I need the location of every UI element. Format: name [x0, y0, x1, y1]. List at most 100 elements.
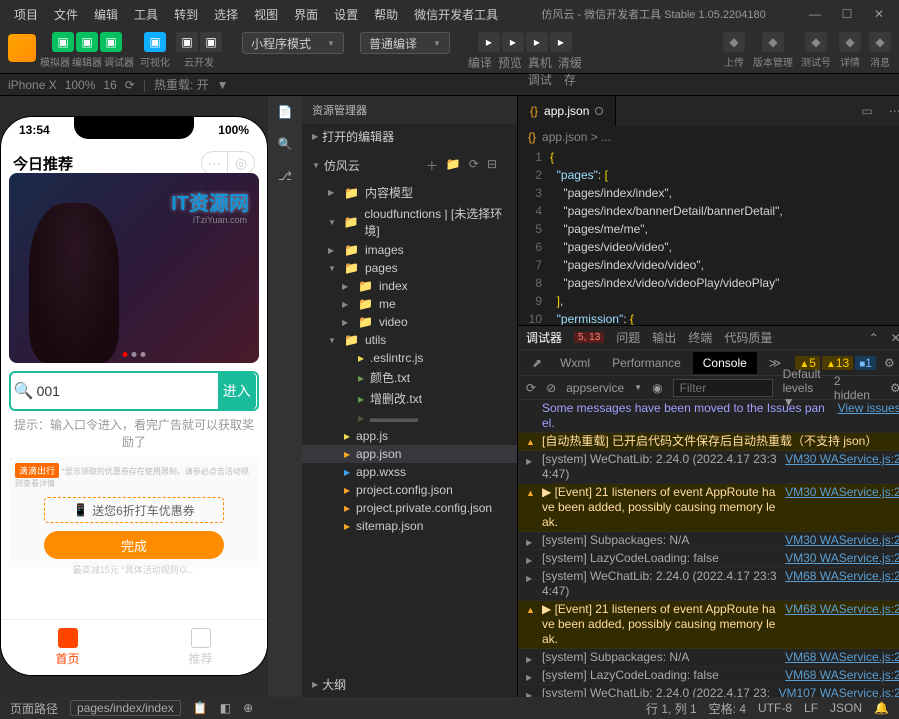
tree-item[interactable]: ▶📁me: [302, 295, 517, 313]
clear-icon[interactable]: ⊘: [546, 381, 556, 395]
split-icon[interactable]: ▭: [853, 104, 880, 118]
tree-item[interactable]: ▼📁cloudfunctions | [未选择环境]: [302, 203, 517, 241]
capsule-buttons[interactable]: ⋯◎: [201, 151, 255, 175]
enter-button[interactable]: 进入: [218, 373, 256, 409]
copy-icon[interactable]: 📋: [193, 701, 208, 715]
open-editors-section[interactable]: ▶打开的编辑器: [302, 124, 517, 149]
params-icon[interactable]: ⊕: [243, 701, 253, 715]
tree-item[interactable]: ▸.eslintrc.js: [302, 349, 517, 367]
quality-tab[interactable]: 代码质量: [724, 329, 772, 346]
refresh-console-icon[interactable]: ⟳: [526, 381, 536, 395]
chevron-up-icon[interactable]: ⌃: [869, 331, 879, 345]
hidden-count[interactable]: 2 hidden: [834, 374, 870, 402]
outline-section[interactable]: ▶大纲: [302, 672, 517, 697]
explorer-icon[interactable]: 📄: [275, 102, 295, 122]
action-编译[interactable]: ▸: [478, 32, 500, 52]
refresh-icon[interactable]: ⟳: [469, 157, 479, 174]
action-icon[interactable]: ◆: [805, 32, 827, 52]
device-select[interactable]: iPhone X: [8, 78, 57, 92]
new-file-icon[interactable]: ＋: [426, 157, 438, 174]
ln-col[interactable]: 行 1, 列 1: [646, 700, 697, 717]
menu-设置[interactable]: 设置: [328, 2, 364, 27]
wxml-tab[interactable]: Wxml: [550, 352, 600, 374]
toolbar-button[interactable]: ▣: [76, 32, 98, 52]
git-icon[interactable]: ⎇: [275, 166, 295, 186]
action-icon[interactable]: ◆: [762, 32, 784, 52]
menu-转到[interactable]: 转到: [168, 2, 204, 27]
lang-mode[interactable]: JSON: [830, 701, 862, 715]
eye-icon[interactable]: ◉: [652, 381, 662, 395]
action-icon[interactable]: ◆: [869, 32, 891, 52]
inspect-icon[interactable]: ⬈: [526, 356, 548, 370]
collapse-icon[interactable]: ⊟: [487, 157, 497, 174]
phone-tab-推荐[interactable]: 推荐: [134, 620, 267, 675]
tree-item[interactable]: ▸sitemap.json: [302, 517, 517, 535]
tree-item[interactable]: ▶📁index: [302, 277, 517, 295]
bell-icon[interactable]: 🔔: [874, 701, 889, 715]
toolbar-button[interactable]: ▣: [176, 32, 198, 52]
compile-mode-select[interactable]: 普通编译: [360, 32, 450, 54]
tree-item[interactable]: ▶📁video: [302, 313, 517, 331]
close-button[interactable]: ✕: [867, 2, 891, 26]
debugger-tab[interactable]: 调试器: [526, 329, 562, 346]
encoding[interactable]: UTF-8: [758, 701, 792, 715]
close-tab-icon[interactable]: [595, 107, 603, 115]
action-icon[interactable]: ◆: [839, 32, 861, 52]
hot-reload-toggle[interactable]: 热重载: 开: [154, 76, 209, 93]
breadcrumb[interactable]: {}app.json > ...: [518, 126, 899, 148]
tree-item[interactable]: ▸app.js: [302, 427, 517, 445]
new-folder-icon[interactable]: 📁: [446, 157, 461, 174]
menu-帮助[interactable]: 帮助: [368, 2, 404, 27]
tree-item[interactable]: ▸project.config.json: [302, 481, 517, 499]
phone-tab-首页[interactable]: 首页: [1, 620, 134, 675]
tab-app-json[interactable]: {}app.json: [518, 96, 616, 126]
tree-item[interactable]: ▸app.json: [302, 445, 517, 463]
menu-视图[interactable]: 视图: [248, 2, 284, 27]
scene-icon[interactable]: ◧: [220, 701, 231, 715]
menu-工具[interactable]: 工具: [128, 2, 164, 27]
tree-item[interactable]: ▼📁pages: [302, 259, 517, 277]
tree-item[interactable]: ▼📁utils: [302, 331, 517, 349]
menu-界面[interactable]: 界面: [288, 2, 324, 27]
search-icon[interactable]: 🔍: [275, 134, 295, 154]
output-tab[interactable]: 输出: [652, 329, 676, 346]
console-tab[interactable]: Console: [693, 352, 757, 374]
console-filter-input[interactable]: [673, 379, 773, 397]
menu-项目[interactable]: 项目: [8, 2, 44, 27]
action-清缓存[interactable]: ▸: [550, 32, 572, 52]
toolbar-button[interactable]: ▣: [200, 32, 222, 52]
complete-button[interactable]: 完成: [44, 531, 224, 559]
tree-item[interactable]: ▶📁images: [302, 241, 517, 259]
project-root[interactable]: ▼仿风云 ＋📁⟳⊟: [302, 149, 517, 182]
tree-item[interactable]: ▶📁内容模型: [302, 182, 517, 203]
gear-icon[interactable]: ⚙: [878, 356, 899, 370]
more-actions-icon[interactable]: ⋯: [881, 104, 899, 118]
tree-item[interactable]: ▸增删改.txt: [302, 388, 517, 409]
maximize-button[interactable]: ☐: [835, 2, 859, 26]
code-input[interactable]: [37, 383, 218, 399]
toolbar-button[interactable]: ▣: [52, 32, 74, 52]
code-content[interactable]: { "pages": [ "pages/index/index", "pages…: [550, 148, 899, 325]
action-icon[interactable]: ◆: [723, 32, 745, 52]
menu-文件[interactable]: 文件: [48, 2, 84, 27]
context-select[interactable]: appservice: [566, 381, 624, 395]
performance-tab[interactable]: Performance: [602, 352, 691, 374]
action-真机调试[interactable]: ▸: [526, 32, 548, 52]
tree-item[interactable]: ▸project.private.config.json: [302, 499, 517, 517]
gear-icon[interactable]: ⚙: [890, 381, 899, 395]
menu-微信开发者工具[interactable]: 微信开发者工具: [408, 2, 504, 27]
toolbar-button[interactable]: ▣: [144, 32, 166, 52]
zoom-select[interactable]: 100%: [65, 78, 96, 92]
menu-选择[interactable]: 选择: [208, 2, 244, 27]
coupon[interactable]: 📱送您6折打车优惠券: [44, 497, 224, 523]
eol[interactable]: LF: [804, 701, 818, 715]
console-log[interactable]: Some messages have been moved to the Iss…: [518, 400, 899, 697]
tree-item[interactable]: ▸颜色.txt: [302, 367, 517, 388]
toolbar-button[interactable]: ▣: [100, 32, 122, 52]
tree-item[interactable]: ▸▬▬▬▬: [302, 409, 517, 427]
tree-item[interactable]: ▸app.wxss: [302, 463, 517, 481]
menu-编辑[interactable]: 编辑: [88, 2, 124, 27]
rotate-icon[interactable]: ⟳: [125, 78, 135, 92]
action-预览[interactable]: ▸: [502, 32, 524, 52]
program-mode-select[interactable]: 小程序模式: [242, 32, 344, 54]
